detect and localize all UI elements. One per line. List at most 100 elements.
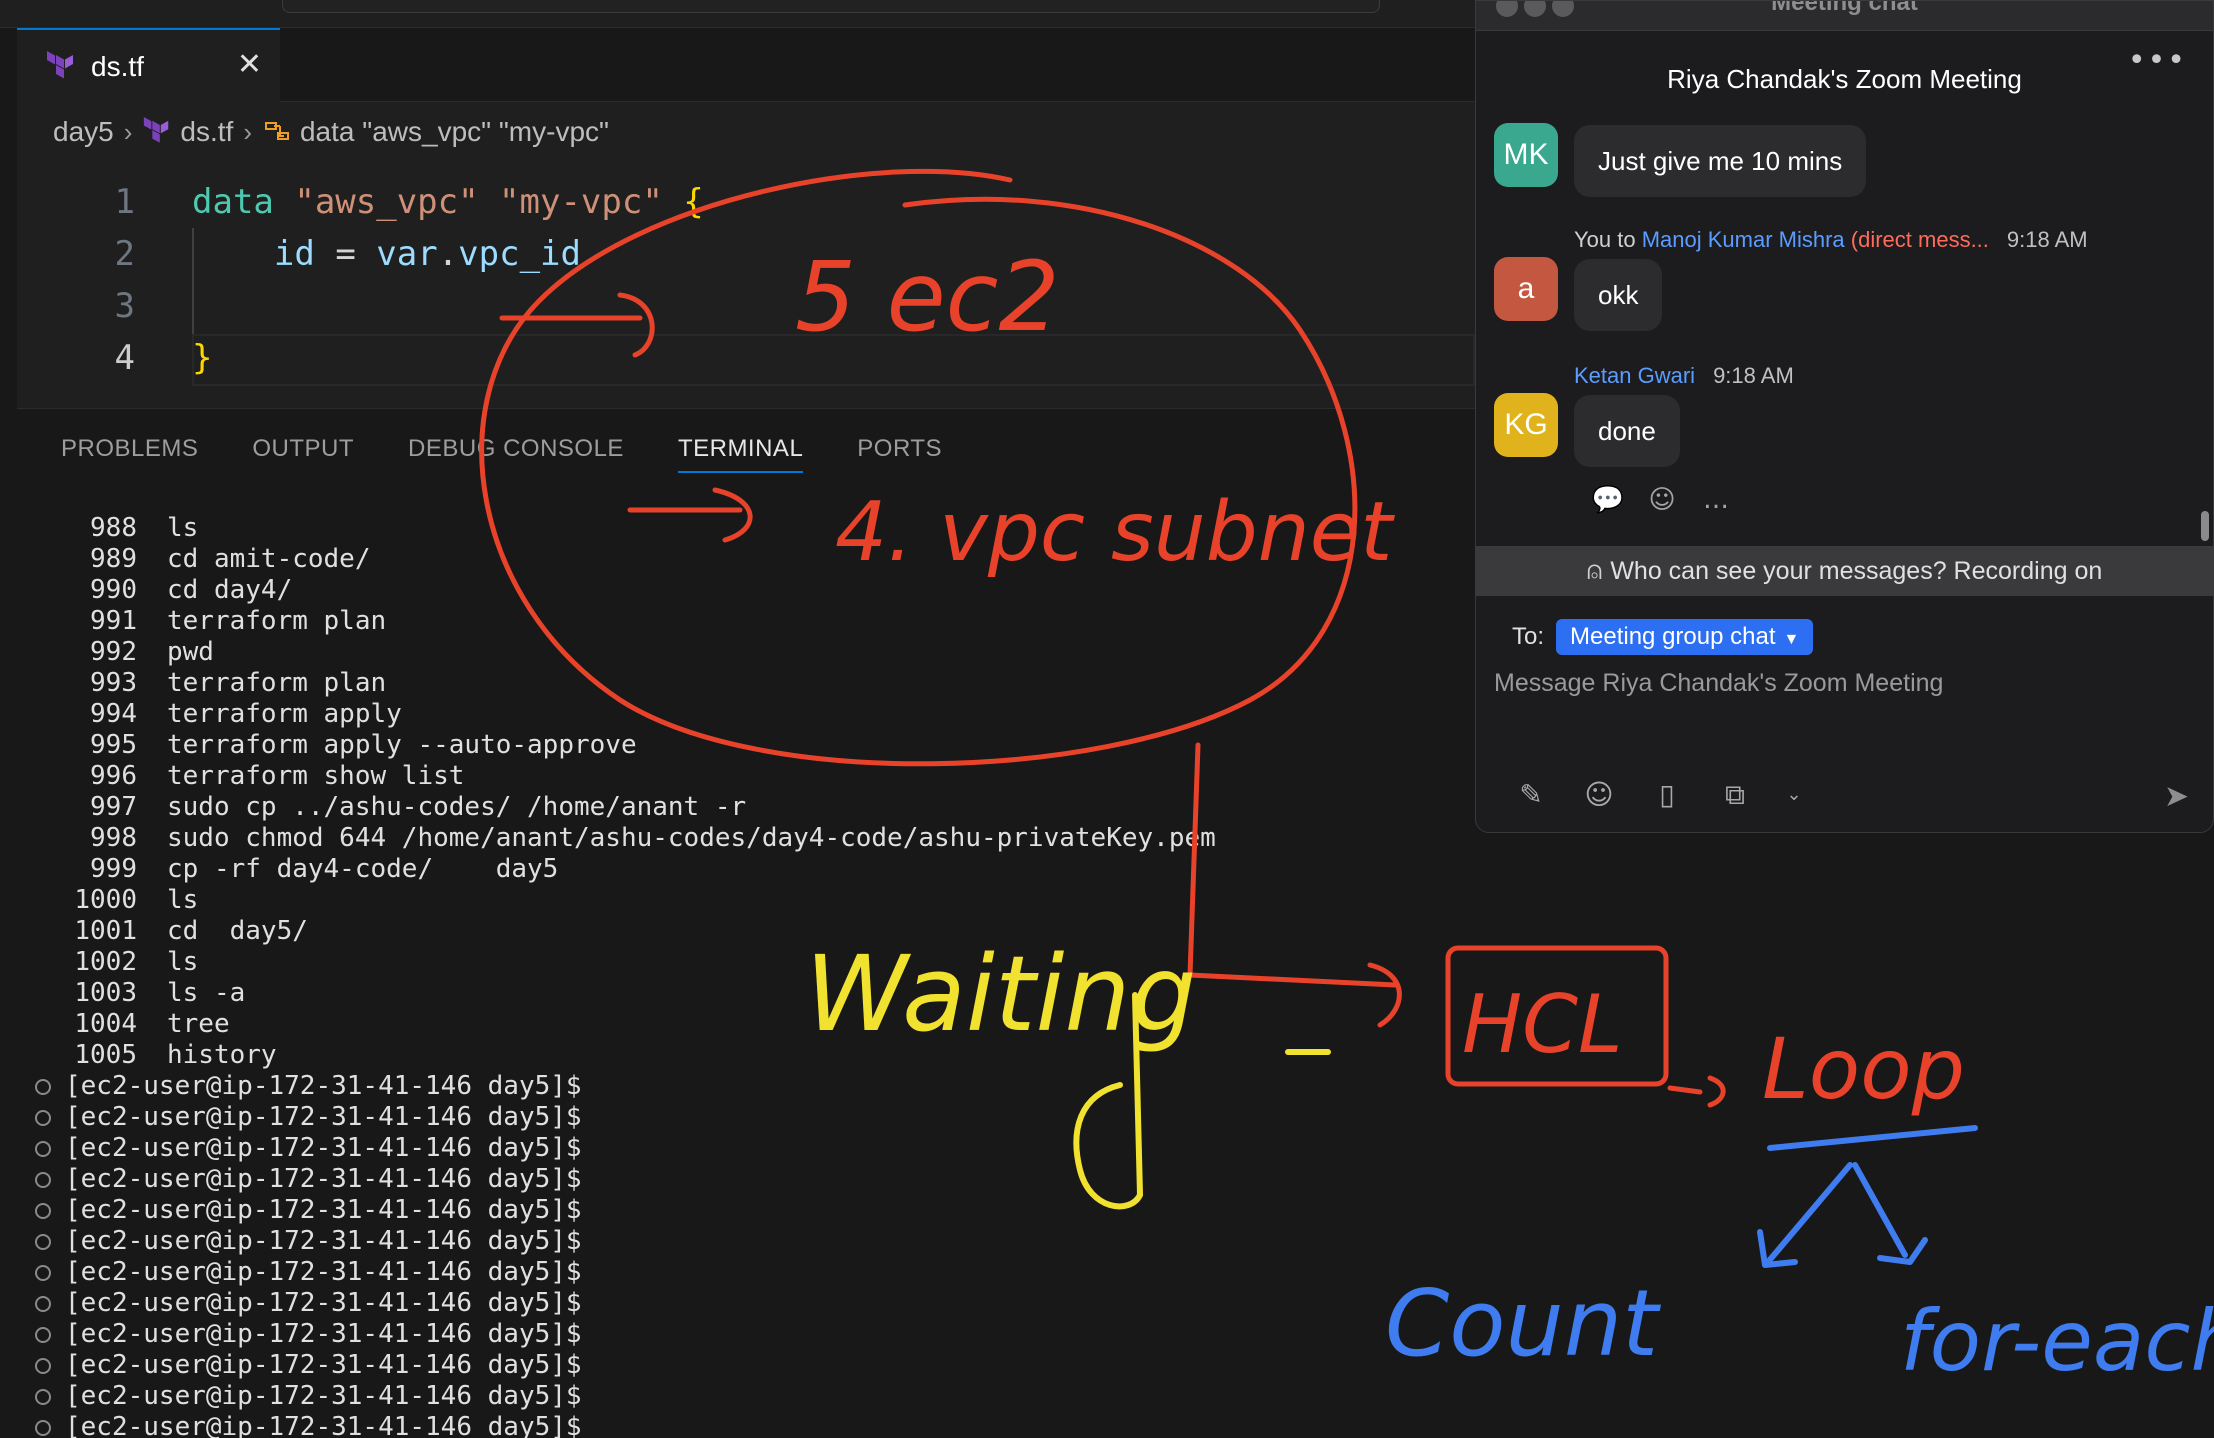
file-icon[interactable]: ▯ [1648,776,1686,814]
chat-scrollbar[interactable] [2201,511,2209,541]
history-command: cd amit-code/ [167,544,371,574]
message-input[interactable]: Message Riya Chandak's Zoom Meeting [1494,669,2184,698]
tab-label: ds.tf [91,50,144,82]
history-line: 999 cp -rf day4-code/ day5 [17,854,1216,885]
command-decoration-icon[interactable] [35,1203,51,1219]
message-bubble[interactable]: okk [1574,259,1663,331]
command-center[interactable] [282,0,1380,13]
caret-down-icon: ▼ [1783,631,1800,648]
breadcrumb-file[interactable]: ds.tf [180,116,233,148]
visibility-notice[interactable]: ⍝ Who can see your messages? Recording o… [1476,546,2213,596]
command-decoration-icon[interactable] [35,1327,51,1343]
reply-icon[interactable]: 💬 [1590,482,1626,518]
code-line[interactable]: 4} [17,332,1475,384]
close-icon[interactable]: ✕ [237,50,262,80]
code-area[interactable]: 1 data "aws_vpc" "my-vpc" {2 id = var.vpc… [17,176,1475,384]
message-meta: You to Manoj Kumar Mishra (direct mess..… [1574,227,2088,252]
prompt-line: [ec2-user@ip-172-31-41-146 day5]$ [17,1071,1216,1102]
terraform-icon [47,50,73,78]
history-line: 996 terraform show list [17,761,1216,792]
history-line: 995 terraform apply --auto-approve [17,730,1216,761]
history-number: 991 [90,606,137,636]
prompt-text: [ec2-user@ip-172-31-41-146 day5]$ [65,1133,582,1163]
symbol-structure-icon [264,122,289,140]
history-number: 994 [90,699,137,729]
chat-header: Riya Chandak's Zoom Meeting [1476,31,2213,127]
code-line[interactable]: 2 id = var.vpc_id [17,228,1475,280]
tab-ports[interactable]: PORTS [857,435,942,473]
more-options-icon[interactable]: ••• [2128,43,2187,78]
command-decoration-icon[interactable] [35,1079,51,1095]
format-icon[interactable]: ✎ [1512,776,1550,814]
bottom-panel: PROBLEMS OUTPUT DEBUG CONSOLE TERMINAL PORTS… [17,408,1475,1438]
annotation-foreach: for-each [1900,1292,2214,1390]
sender-name[interactable]: Ketan Gwari [1574,363,1695,388]
history-command: cp -rf day4-code/ day5 [167,854,559,884]
breadcrumb-folder[interactable]: day5 [53,116,114,148]
history-line: 998 sudo chmod 644 /home/anant/ashu-codes… [17,823,1216,854]
history-number: 1000 [74,885,137,915]
history-command: terraform plan [167,668,387,698]
editor: ds.tf ✕ day5 › ds.tf › data "aws_vpc" "m… [17,28,1475,408]
command-decoration-icon[interactable] [35,1389,51,1405]
recipient-name[interactable]: Manoj Kumar Mishra [1642,227,1845,252]
prompt-line: [ec2-user@ip-172-31-41-146 day5]$ [17,1319,1216,1350]
command-decoration-icon[interactable] [35,1172,51,1188]
prompt-text: [ec2-user@ip-172-31-41-146 day5]$ [65,1071,582,1101]
message-bubble[interactable]: Just give me 10 mins [1574,125,1867,197]
history-command: ls [167,885,199,915]
tab-debug-console[interactable]: DEBUG CONSOLE [408,435,624,473]
prompt-text: [ec2-user@ip-172-31-41-146 day5]$ [65,1226,582,1256]
add-reaction-icon[interactable]: ☺ [1644,482,1680,518]
avatar: KG [1494,393,1558,457]
terminal[interactable]: 988 ls 989 cd amit-code/990 cd day4/991 terra… [17,513,1216,1438]
history-number: 1005 [74,1040,137,1070]
token: vpc_id [458,234,581,274]
history-line: 989 cd amit-code/ [17,544,1216,575]
command-decoration-icon[interactable] [35,1110,51,1126]
recipient-row: To: Meeting group chat ▼ [1512,619,1814,655]
tab-output[interactable]: OUTPUT [252,435,354,473]
avatar: MK [1494,123,1558,187]
breadcrumb-symbol[interactable]: data "aws_vpc" "my-vpc" [300,116,609,148]
tab-problems[interactable]: PROBLEMS [61,435,198,473]
more-actions-icon[interactable]: … [1698,482,1734,518]
command-decoration-icon[interactable] [35,1141,51,1157]
prompt-text: [ec2-user@ip-172-31-41-146 day5]$ [65,1102,582,1132]
code-line[interactable]: 1 data "aws_vpc" "my-vpc" { [17,176,1475,228]
code-line[interactable]: 3 [17,280,1475,332]
token: "aws_vpc" "my-vpc" [294,182,684,222]
history-number: 995 [90,730,137,760]
chevron-down-icon[interactable]: ⌄ [1784,776,1804,814]
line-number: 3 [114,286,135,326]
command-decoration-icon[interactable] [35,1265,51,1281]
history-line: 1004 tree [17,1009,1216,1040]
send-icon[interactable]: ➤ [2164,779,2189,814]
prompt-line: [ec2-user@ip-172-31-41-146 day5]$ [17,1288,1216,1319]
emoji-icon[interactable]: ☺ [1580,776,1618,814]
history-command: sudo cp ../ashu-codes/ /home/anant -r [167,792,747,822]
user-lock-icon: ⍝ [1586,555,1603,585]
arrow-icon [1667,1075,1726,1108]
command-decoration-icon[interactable] [35,1420,51,1436]
command-decoration-icon[interactable] [35,1296,51,1312]
history-command: cd day4/ [167,575,293,605]
line-number: 4 [114,338,135,378]
recipient-dropdown[interactable]: Meeting group chat ▼ [1556,619,1814,655]
tab-ds-tf[interactable]: ds.tf ✕ [17,28,280,103]
terraform-icon [144,117,169,143]
message-bubble[interactable]: done [1574,395,1680,467]
annotation-loop: Loop [1762,1020,1965,1118]
history-line: 1001 cd day5/ [17,916,1216,947]
tab-terminal[interactable]: TERMINAL [677,435,804,473]
history-command: terraform show list [167,761,465,791]
history-line: 992 pwd [17,637,1216,668]
history-number: 1001 [74,916,137,946]
command-decoration-icon[interactable] [35,1358,51,1374]
prompt-line: [ec2-user@ip-172-31-41-146 day5]$ [17,1257,1216,1288]
screenshot-icon[interactable]: ⧉ [1716,776,1754,814]
history-command: terraform apply [167,699,402,729]
history-number: 990 [90,575,137,605]
prompt-text: [ec2-user@ip-172-31-41-146 day5]$ [65,1288,582,1318]
command-decoration-icon[interactable] [35,1234,51,1250]
